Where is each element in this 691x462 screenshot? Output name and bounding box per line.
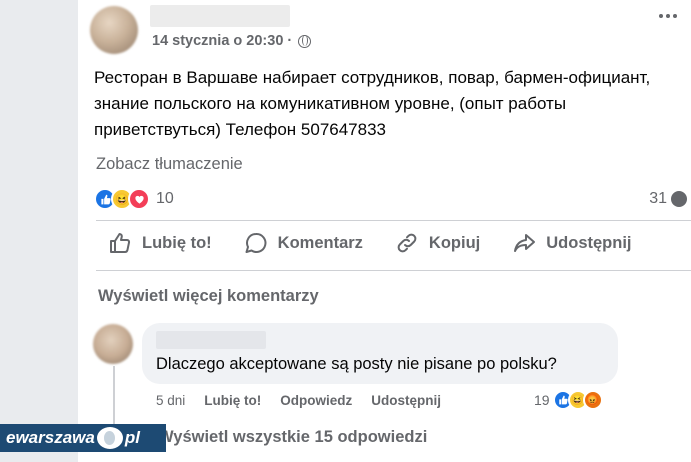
reply-thread-line bbox=[113, 366, 115, 426]
thumbs-up-icon bbox=[110, 233, 131, 253]
comment-bubble: Dlaczego akceptowane są posty nie pisane… bbox=[142, 323, 618, 384]
post-reactions[interactable]: 😆 10 bbox=[94, 188, 174, 210]
more-options-icon[interactable] bbox=[659, 14, 677, 18]
link-icon bbox=[397, 233, 417, 253]
comment-like-button[interactable]: Lubię to! bbox=[204, 393, 261, 408]
love-icon bbox=[128, 188, 150, 210]
divider bbox=[96, 220, 691, 221]
comment-bubble-icon bbox=[671, 191, 687, 207]
see-translation-link[interactable]: Zobacz tłumaczenie bbox=[96, 155, 243, 174]
globe-icon bbox=[298, 34, 312, 48]
post-meta: 14 stycznia o 20:30 · bbox=[152, 33, 312, 49]
ewarszawa-watermark-logo: ewarszawa pl bbox=[0, 424, 166, 452]
like-button[interactable]: Lubię to! bbox=[108, 231, 212, 255]
comment-reply-button[interactable]: Odpowiedz bbox=[280, 393, 352, 408]
post-timestamp[interactable]: 14 stycznia o 20:30 bbox=[152, 33, 283, 49]
commenter-avatar[interactable] bbox=[93, 324, 133, 364]
reaction-count: 10 bbox=[156, 190, 174, 207]
comment-icon bbox=[245, 232, 267, 253]
comment-button[interactable]: Komentarz bbox=[244, 231, 363, 255]
view-more-comments-link[interactable]: Wyświetl więcej komentarzy bbox=[98, 287, 319, 306]
globe-logo-icon bbox=[96, 427, 123, 449]
divider bbox=[96, 270, 691, 271]
post-text: Ресторан в Варшаве набирает сотрудников,… bbox=[94, 68, 651, 139]
post-actions: Lubię to! Komentarz Kopiuj Udostępnij bbox=[108, 231, 664, 255]
comment-age[interactable]: 5 dni bbox=[156, 393, 185, 408]
post-card: 14 stycznia o 20:30 · Ресторан в Варшаве… bbox=[78, 0, 691, 462]
comment-count[interactable]: 31 bbox=[649, 190, 687, 208]
comment-actions: 5 dni Lubię to! Odpowiedz Udostępnij bbox=[156, 393, 441, 408]
comment-reactions[interactable]: 19 😆 😡 bbox=[534, 390, 603, 410]
share-button[interactable]: Udostępnij bbox=[512, 231, 632, 255]
copy-button[interactable]: Kopiuj bbox=[395, 231, 480, 255]
comment-reaction-count: 19 bbox=[534, 392, 550, 408]
share-icon bbox=[514, 234, 536, 252]
author-name-redacted[interactable] bbox=[150, 5, 290, 27]
commenter-name-redacted[interactable] bbox=[156, 331, 266, 349]
comment-text: Dlaczego akceptowane są posty nie pisane… bbox=[156, 355, 557, 373]
view-all-replies-link[interactable]: Wyświetl wszystkie 15 odpowiedzi bbox=[158, 428, 427, 447]
comment-share-button[interactable]: Udostępnij bbox=[371, 393, 441, 408]
angry-icon: 😡 bbox=[582, 390, 603, 410]
author-avatar[interactable] bbox=[90, 6, 138, 54]
